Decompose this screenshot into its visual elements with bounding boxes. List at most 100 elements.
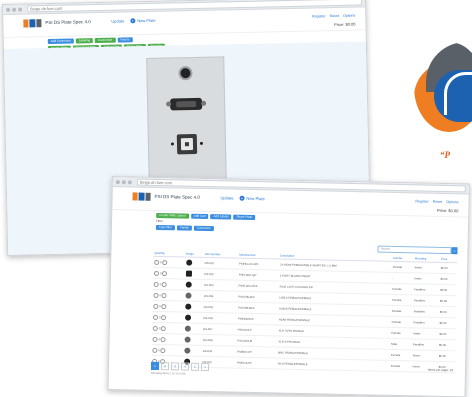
plus-icon[interactable] [162, 259, 168, 265]
plus-icon[interactable] [160, 336, 166, 342]
minus-icon[interactable] [152, 336, 158, 342]
plus-icon: + [130, 18, 136, 24]
cell-price: $0.00 [439, 262, 458, 274]
inserts-button[interactable]: Inserts [117, 37, 133, 43]
quantity-stepper[interactable]: 0 [153, 256, 185, 269]
quantity-stepper[interactable]: 0 [151, 344, 184, 357]
audio-jack-connector[interactable] [180, 68, 191, 79]
customize-button[interactable]: Customize [95, 37, 116, 44]
per-page-select[interactable]: Items per page: 10 [428, 368, 453, 373]
cell-part-number: DS-004 [202, 290, 238, 303]
cell-price: $0.00 [439, 273, 458, 285]
cell-gender: - [391, 272, 414, 284]
plus-icon[interactable] [160, 347, 166, 353]
register-link[interactable]: Register [415, 199, 428, 203]
next-page-icon[interactable]: » [200, 362, 210, 372]
cell-part-number: DS-009 [201, 345, 237, 358]
add-cart-button[interactable]: Add Cart [190, 213, 209, 220]
nav-new-plate[interactable]: + New Plate [239, 195, 265, 201]
nav-update[interactable]: Update [111, 18, 124, 23]
cell-price: $0.00 [438, 317, 457, 329]
minus-icon[interactable] [154, 259, 160, 265]
app-logo [132, 192, 151, 201]
page-1[interactable]: 1 [150, 361, 160, 371]
quantity-stepper[interactable]: 0 [151, 333, 184, 346]
cell-gender: Female [390, 294, 414, 306]
product-table: Quantity Image Part Number Manufacturer … [151, 249, 458, 373]
add-labels-button[interactable]: Add Labels [210, 214, 232, 220]
cell-gender: Female [389, 360, 412, 372]
plus-icon[interactable] [161, 303, 167, 309]
nav-update[interactable]: Update [221, 195, 234, 200]
register-link[interactable]: Register [312, 14, 325, 18]
quantity-stepper[interactable]: 0 [151, 311, 184, 324]
plus-icon[interactable] [161, 292, 167, 298]
cell-manufacturer-code: PSIRCA-FF [235, 357, 278, 369]
cell-part-number: DS-001 [203, 257, 239, 270]
page-4[interactable]: 4 [180, 362, 190, 371]
cell-description: RCA FEMALE/FEMALE [276, 357, 390, 372]
hdmi-connector[interactable] [166, 97, 207, 111]
back-icon[interactable] [115, 179, 120, 184]
cell-manufacturer-code: PSIBNC-FF [236, 346, 278, 358]
reset-link[interactable]: Reset [433, 200, 442, 204]
quantity-stepper[interactable]: 0 [152, 278, 185, 291]
cell-part-number: DS-002 [203, 268, 238, 281]
nav-new-plate[interactable]: + New Plate [130, 18, 156, 24]
minus-icon[interactable] [153, 303, 159, 309]
plus-icon[interactable] [161, 314, 167, 320]
cell-price: $0.00 [438, 295, 457, 307]
create-plate-layout-button[interactable]: Create Plate Layout [156, 212, 189, 219]
reload-icon[interactable] [18, 7, 23, 12]
usb-b-connector[interactable] [170, 133, 203, 155]
connector-thumbnail-icon [184, 325, 191, 332]
page-2[interactable]: 2 [160, 362, 170, 371]
connector-filter-button[interactable]: Connector [193, 225, 214, 232]
reset-link[interactable]: Reset [330, 14, 339, 18]
forward-icon[interactable] [12, 7, 17, 12]
cell-gender: Female [389, 349, 412, 361]
labeling-button[interactable]: Labeling [75, 38, 94, 44]
options-link[interactable]: Options [343, 14, 355, 18]
reload-icon[interactable] [127, 179, 132, 184]
cell-manufacturer-code: PSIXLR3-F [236, 324, 278, 337]
quantity-stepper[interactable]: 0 [152, 267, 185, 280]
options-link[interactable]: Options [446, 200, 458, 204]
minus-icon[interactable] [153, 270, 160, 276]
search-icon[interactable]: ⌕ [451, 247, 458, 255]
cell-manufacturer-code: PSIUSB-BFF [236, 302, 279, 315]
type-filter-button[interactable]: Type filter [155, 224, 175, 231]
account-links: Register Reset Options [415, 199, 458, 204]
minus-icon[interactable] [152, 347, 158, 353]
minus-icon[interactable] [153, 314, 159, 320]
add-connector-button[interactable]: Add Connector [47, 38, 74, 45]
product-image [184, 279, 204, 291]
back-icon[interactable] [6, 7, 11, 12]
cell-gender: Female [391, 283, 414, 295]
search-input[interactable]: Search [377, 245, 452, 255]
minus-icon[interactable] [153, 281, 159, 287]
minus-icon[interactable] [152, 325, 158, 331]
share-plate-button[interactable]: Share Plate [233, 214, 256, 221]
cell-price: $0.00 [438, 328, 456, 340]
forward-icon[interactable] [121, 179, 126, 184]
family-filter-button[interactable]: Family [176, 225, 192, 231]
plus-icon[interactable] [162, 270, 168, 276]
connector-thumbnail-icon [184, 314, 191, 321]
quantity-stepper[interactable]: 0 [151, 322, 184, 335]
cell-manufacturer-code: PSIUSB-AFF [237, 291, 279, 304]
quantity-stepper[interactable]: 0 [152, 289, 185, 302]
cell-mounting: Insert [413, 261, 440, 274]
cell-mounting: Feedthru [412, 305, 439, 318]
page-3[interactable]: 3 [170, 362, 180, 371]
page-5[interactable]: 5 [190, 362, 200, 371]
quantity-stepper[interactable]: 0 [152, 300, 184, 313]
cell-gender: Male [390, 338, 413, 350]
cell-manufacturer-code: PSIHD-2x2-WF [237, 258, 280, 271]
header-nav: Update + New Plate [111, 18, 155, 24]
minus-icon[interactable] [153, 292, 159, 298]
plus-icon[interactable] [162, 281, 168, 287]
plus-icon[interactable] [161, 325, 167, 331]
cell-mounting: Insert [411, 349, 438, 362]
connector-thumbnail-icon [185, 259, 192, 266]
